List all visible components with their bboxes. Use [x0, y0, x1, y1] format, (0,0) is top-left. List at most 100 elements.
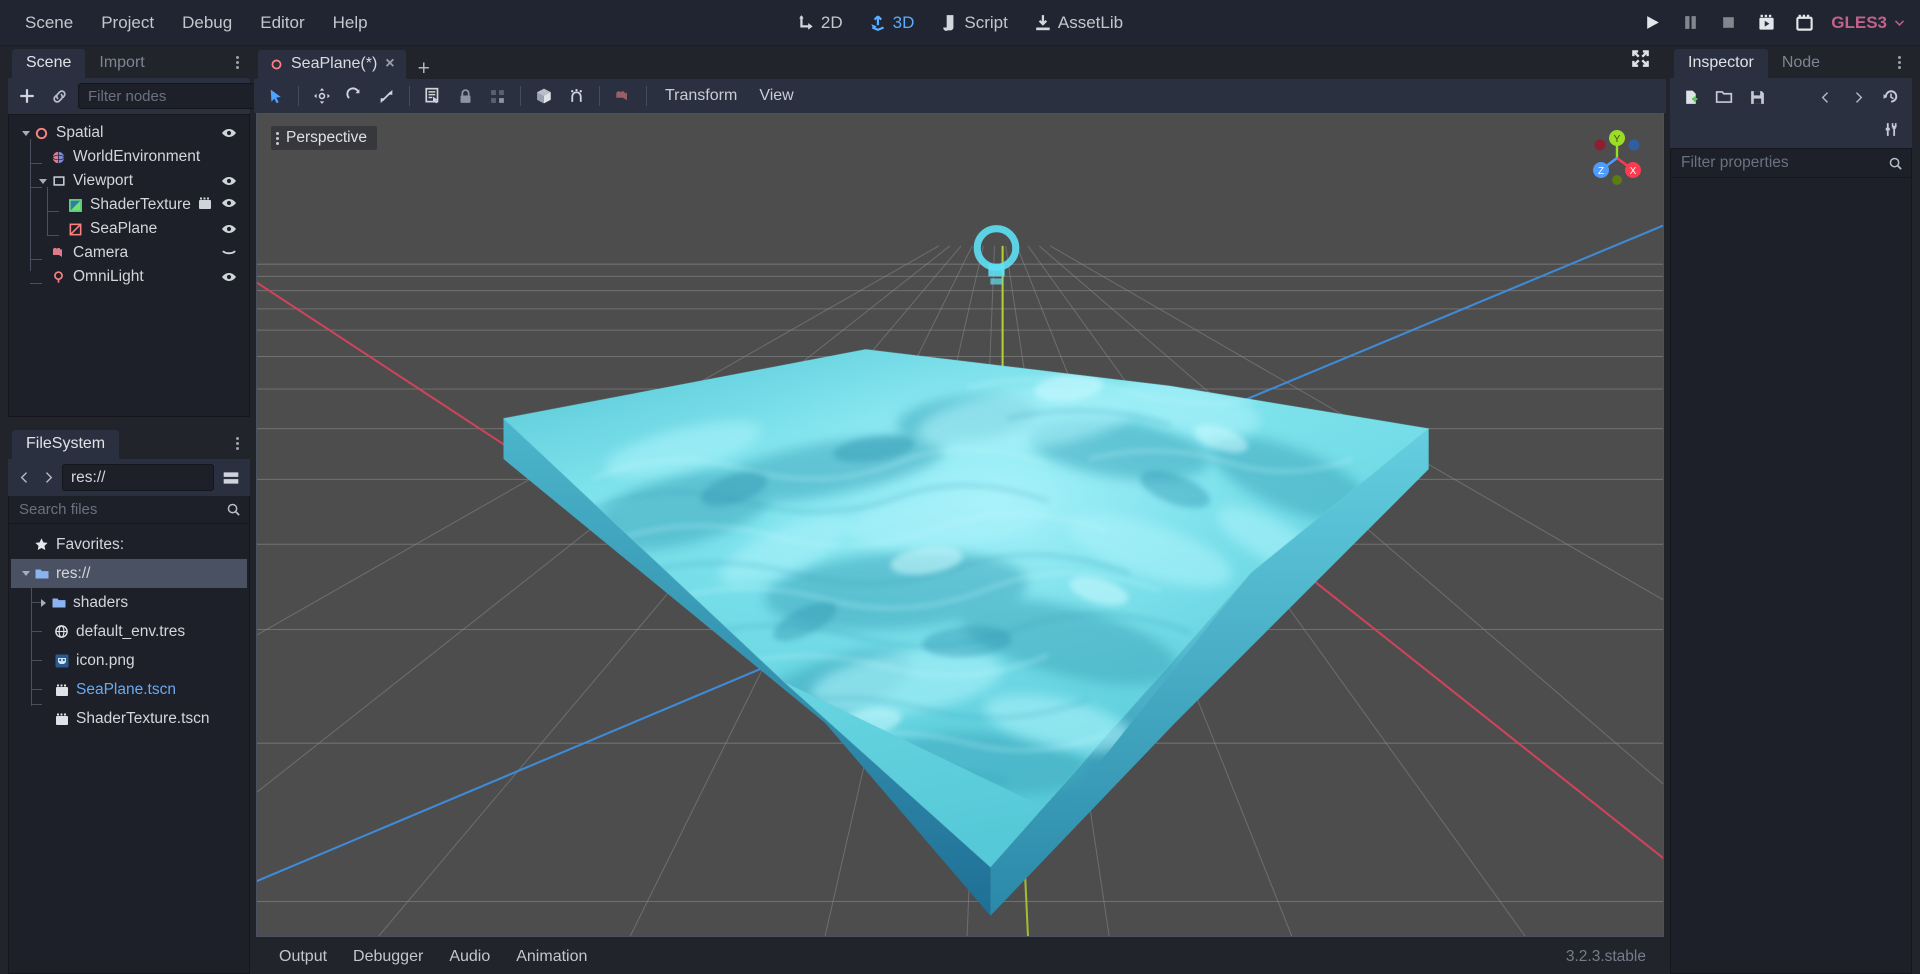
tab-node[interactable]: Node — [1768, 49, 1834, 78]
visibility-toggle[interactable] — [221, 269, 247, 285]
nav-forward-button[interactable] — [38, 465, 58, 491]
current-path-display[interactable]: res:// — [62, 464, 214, 491]
menu-scene[interactable]: Scene — [12, 8, 86, 38]
scene-tab-seaplane[interactable]: SeaPlane(*) × — [258, 50, 406, 79]
filter-properties-input[interactable] — [1681, 154, 1888, 172]
search-files-input[interactable] — [19, 501, 226, 518]
omnilight-icon — [50, 269, 67, 286]
move-mode-button[interactable] — [307, 82, 337, 110]
tab-filesystem[interactable]: FileSystem — [12, 430, 120, 459]
history-back-button[interactable] — [1812, 84, 1838, 110]
mode-script-button[interactable]: Script — [929, 8, 1018, 38]
inspector-dock-menu-button[interactable] — [1895, 53, 1904, 72]
menu-debug[interactable]: Debug — [169, 8, 245, 38]
3d-viewport[interactable]: Perspective Z X Y — [256, 113, 1664, 937]
visibility-toggle[interactable] — [221, 125, 247, 141]
save-resource-button[interactable] — [1744, 84, 1770, 110]
mode-2d-button[interactable]: 2D — [786, 8, 854, 38]
list-select-button[interactable] — [418, 82, 448, 110]
scale-mode-button[interactable] — [371, 82, 401, 110]
select-mode-button[interactable] — [260, 82, 290, 110]
scene-node-shadertexture[interactable]: ShaderTexture — [11, 193, 247, 217]
group-button[interactable] — [482, 82, 512, 110]
pause-button[interactable] — [1679, 12, 1701, 34]
visibility-toggle[interactable] — [221, 245, 247, 261]
nav-back-button[interactable] — [14, 465, 34, 491]
inspector-properties-list[interactable] — [1670, 178, 1912, 974]
filesystem-tree[interactable]: Favorites: res:// shaders default_env.tr… — [8, 524, 250, 974]
mode-assetlib-button[interactable]: AssetLib — [1023, 8, 1134, 38]
view-menu[interactable]: View — [749, 83, 803, 109]
rotate-mode-button[interactable] — [339, 82, 369, 110]
item-label: default_env.tres — [76, 622, 186, 640]
expand-arrow[interactable] — [36, 178, 50, 184]
expand-arrow[interactable] — [19, 130, 33, 136]
play-button[interactable] — [1641, 12, 1663, 34]
play-custom-scene-button[interactable] — [1793, 12, 1815, 34]
snap-button[interactable] — [561, 82, 591, 110]
filesystem-item-res-root[interactable]: res:// — [11, 559, 247, 588]
mode-3d-button[interactable]: 3D — [858, 8, 926, 38]
tab-inspector[interactable]: Inspector — [1674, 49, 1768, 78]
scene-dock-tabs: Scene Import — [8, 46, 250, 78]
scene-tree[interactable]: Spatial WorldEnvironment Viewport Shader… — [8, 114, 250, 417]
scene-node-camera[interactable]: Camera — [11, 241, 247, 265]
bottom-tab-audio[interactable]: Audio — [438, 944, 501, 970]
filesystem-item-seaplane-tscn[interactable]: SeaPlane.tscn — [11, 675, 247, 704]
renderer-selector[interactable]: GLES3 — [1831, 13, 1906, 33]
scene-node-worldenvironment[interactable]: WorldEnvironment — [11, 145, 247, 169]
transform-menu[interactable]: Transform — [655, 83, 747, 109]
scene-node-seaplane[interactable]: SeaPlane — [11, 217, 247, 241]
axis-gizmo[interactable]: Z X Y — [1581, 124, 1653, 188]
lock-button[interactable] — [450, 82, 480, 110]
scene-node-omnilight[interactable]: OmniLight — [11, 265, 247, 289]
3d-scene-render[interactable] — [257, 114, 1663, 936]
filesystem-item-shadertexture-tscn[interactable]: ShaderTexture.tscn — [11, 704, 247, 733]
mode-3d-label: 3D — [892, 12, 915, 32]
camera-preview-button[interactable] — [608, 82, 638, 110]
visibility-toggle[interactable] — [221, 221, 247, 237]
toggle-split-mode-button[interactable] — [218, 465, 244, 491]
menu-editor[interactable]: Editor — [247, 8, 317, 38]
play-scene-button[interactable] — [1755, 12, 1777, 34]
filesystem-search-box[interactable] — [8, 496, 250, 524]
bottom-tab-animation[interactable]: Animation — [505, 944, 598, 970]
history-button[interactable] — [1878, 84, 1904, 110]
local-space-button[interactable] — [529, 82, 559, 110]
scene-node-viewport[interactable]: Viewport — [11, 169, 247, 193]
close-icon[interactable]: × — [385, 56, 394, 72]
history-forward-button[interactable] — [1845, 84, 1871, 110]
chevron-left-icon — [1821, 91, 1828, 103]
new-resource-button[interactable] — [1678, 84, 1704, 110]
filesystem-item-default-env[interactable]: default_env.tres — [11, 617, 247, 646]
add-node-button[interactable] — [14, 83, 40, 109]
menu-project[interactable]: Project — [88, 8, 167, 38]
projection-label[interactable]: Perspective — [271, 126, 377, 150]
menu-help[interactable]: Help — [320, 8, 381, 38]
scene-node-spatial[interactable]: Spatial — [11, 121, 247, 145]
load-resource-button[interactable] — [1711, 84, 1737, 110]
bottom-tab-output[interactable]: Output — [268, 944, 338, 970]
3d-icon — [870, 14, 884, 31]
expand-arrow[interactable] — [36, 598, 50, 607]
inspector-sub-toolbar — [1670, 116, 1912, 148]
visibility-toggle[interactable] — [221, 173, 247, 189]
object-menu-button[interactable] — [1878, 116, 1904, 142]
filesystem-dock-menu-button[interactable] — [233, 434, 242, 453]
tab-scene[interactable]: Scene — [12, 49, 86, 78]
expand-arrow[interactable] — [19, 571, 33, 576]
inspector-filter-box[interactable] — [1670, 148, 1912, 178]
visibility-toggle[interactable] — [221, 195, 237, 216]
filesystem-item-icon-png[interactable]: icon.png — [11, 646, 247, 675]
group-icon — [490, 89, 504, 103]
bottom-tab-debugger[interactable]: Debugger — [342, 944, 434, 970]
open-scene-icon[interactable] — [197, 195, 213, 216]
tab-import[interactable]: Import — [85, 49, 158, 78]
instance-scene-button[interactable] — [46, 83, 72, 109]
filesystem-item-shaders[interactable]: shaders — [11, 588, 247, 617]
inspector-toolbar — [1670, 78, 1912, 116]
scene-dock-menu-button[interactable] — [233, 53, 242, 72]
add-scene-tab-button[interactable]: + — [406, 58, 442, 79]
stop-button[interactable] — [1717, 12, 1739, 34]
distraction-free-button[interactable] — [1631, 49, 1650, 73]
